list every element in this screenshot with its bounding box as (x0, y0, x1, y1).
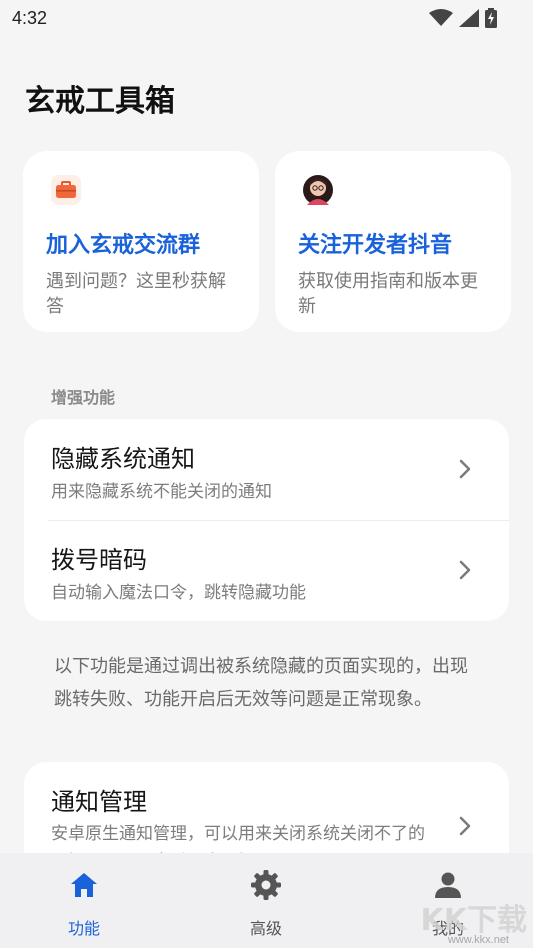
tab-label: 功能 (67, 919, 100, 938)
enhance-list: 隐藏系统通知 用来隐藏系统不能关闭的通知 拨号暗码 自动输入魔法口令，跳转隐藏功… (24, 419, 509, 621)
list-item-hide-notification[interactable]: 隐藏系统通知 用来隐藏系统不能关闭的通知 (24, 419, 509, 520)
toolbox-icon (51, 175, 81, 205)
list-item-desc: 用来隐藏系统不能关闭的通知 (51, 482, 272, 502)
join-group-title: 加入玄戒交流群 (46, 233, 201, 258)
hidden-page-note: 以下功能是通过调出被系统隐藏的页面实现的，出现跳转失败、功能开启后无效等问题是正… (54, 656, 468, 710)
join-group-subtitle: 遇到问题？这里秒获解答 (46, 271, 226, 317)
tab-features[interactable]: 功能 (24, 853, 144, 948)
status-icons (429, 8, 497, 28)
home-icon (71, 873, 97, 897)
join-group-card[interactable]: 加入玄戒交流群 遇到问题？这里秒获解答 (23, 151, 259, 332)
tab-label: 高级 (249, 919, 282, 938)
gear-icon (251, 870, 281, 900)
list-item-desc: 自动输入魔法口令，跳转隐藏功能 (51, 583, 306, 603)
tab-advanced[interactable]: 高级 (206, 853, 326, 948)
chevron-right-icon (459, 560, 471, 580)
watermark-logo: KK下载 (420, 903, 528, 938)
page-title: 玄戒工具箱 (25, 84, 175, 119)
watermark-url: www.kkx.net (447, 934, 509, 946)
follow-douyin-title: 关注开发者抖音 (298, 233, 453, 258)
section-label-enhance: 增强功能 (51, 388, 116, 407)
list-item-title: 通知管理 (51, 788, 147, 816)
follow-douyin-card[interactable]: 关注开发者抖音 获取使用指南和版本更新 (275, 151, 511, 332)
list-item-dial-code[interactable]: 拨号暗码 自动输入魔法口令，跳转隐藏功能 (24, 520, 509, 621)
follow-douyin-subtitle: 获取使用指南和版本更新 (298, 271, 478, 317)
wifi-icon (429, 9, 453, 26)
avatar-icon (303, 175, 333, 205)
signal-icon (459, 9, 479, 27)
status-bar: 4:32 (0, 0, 533, 38)
status-time: 4:32 (12, 8, 48, 28)
list-item-title: 隐藏系统通知 (51, 445, 195, 473)
chevron-right-icon (459, 816, 471, 836)
chevron-right-icon (459, 459, 471, 479)
list-item-title: 拨号暗码 (51, 546, 147, 574)
divider (48, 520, 509, 521)
battery-charging-icon (485, 8, 497, 28)
